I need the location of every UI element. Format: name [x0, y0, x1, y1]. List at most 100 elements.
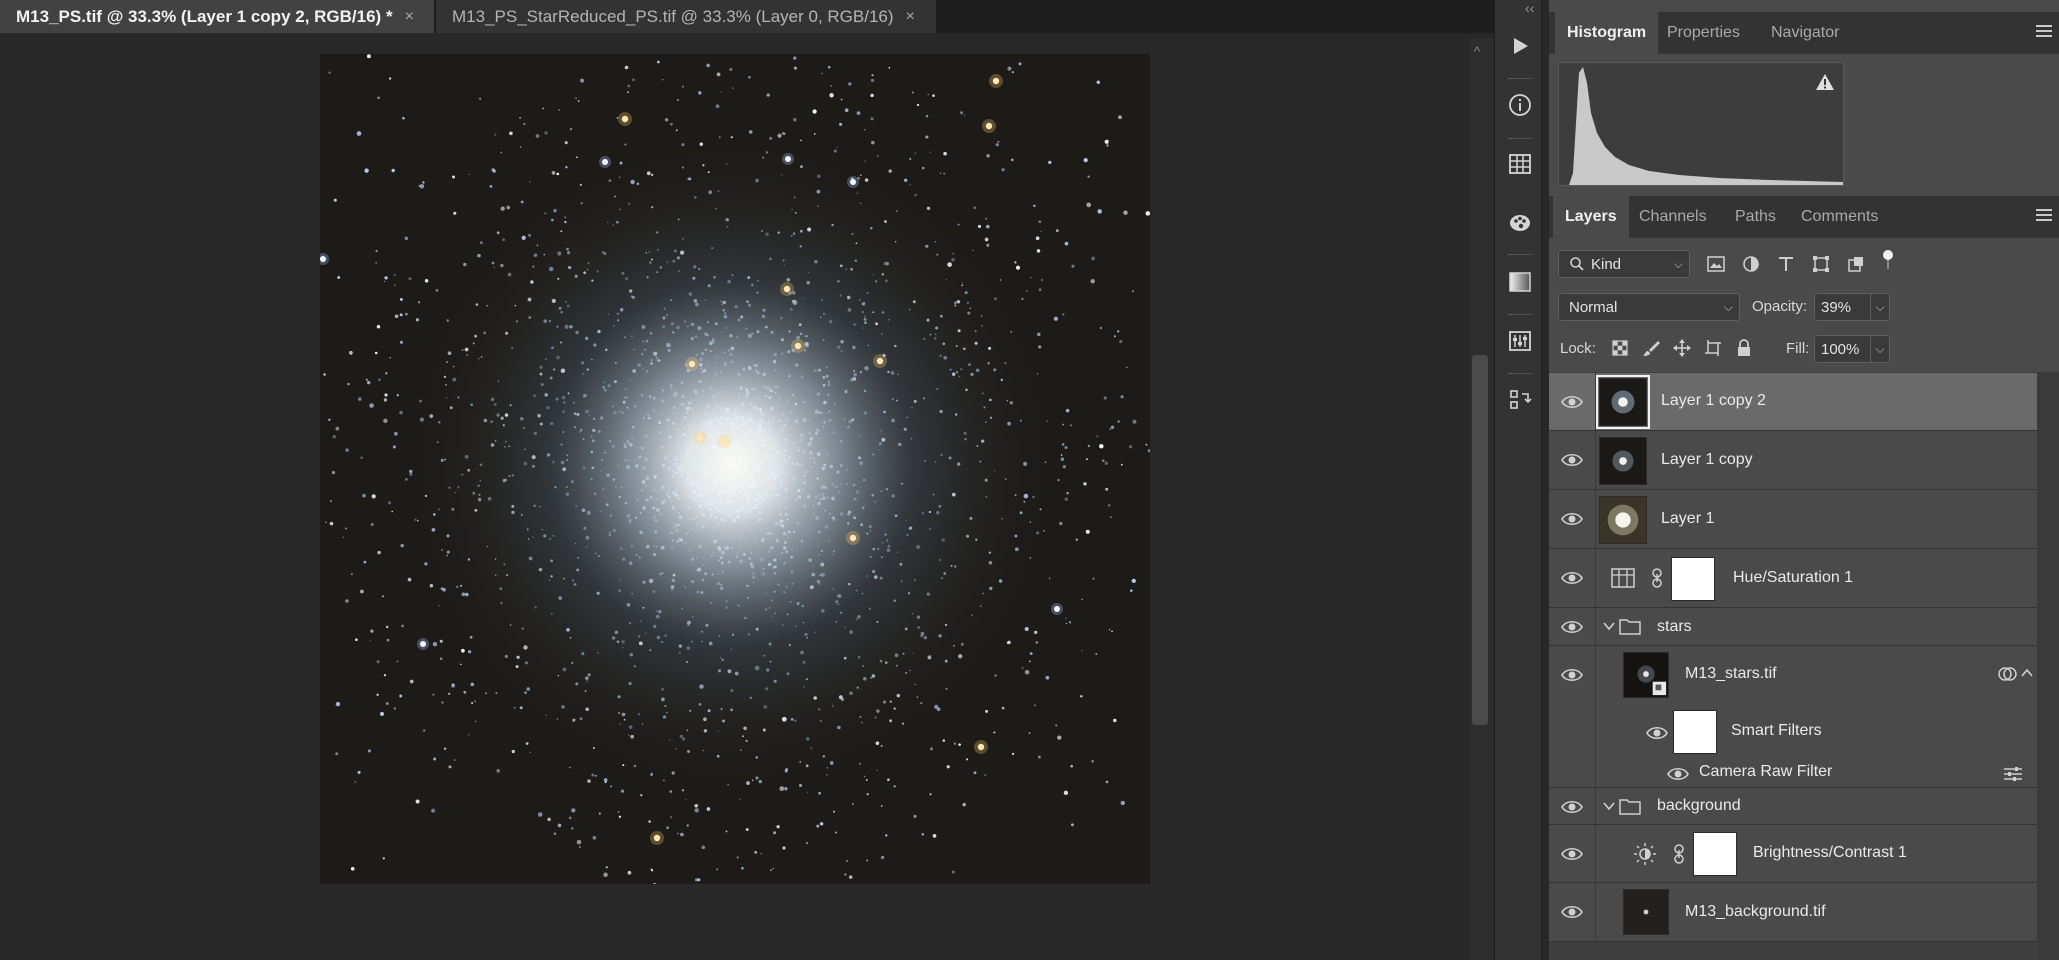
- lock-artboard-icon[interactable]: [1703, 338, 1723, 358]
- layer-group-stars[interactable]: stars: [1549, 608, 2037, 646]
- canvas-image[interactable]: [320, 54, 1150, 884]
- layer-group-background[interactable]: background: [1549, 788, 2037, 825]
- history-icon[interactable]: [1506, 386, 1534, 414]
- star: [650, 868, 653, 871]
- layer-row-m13-background[interactable]: M13_background.tif: [1549, 883, 2037, 942]
- lock-position-icon[interactable]: [1672, 338, 1692, 358]
- lock-all-icon[interactable]: [1734, 338, 1754, 358]
- gradient-icon[interactable]: [1506, 268, 1534, 296]
- layer-mask-thumbnail[interactable]: [1671, 557, 1715, 601]
- layers-scrollbar[interactable]: [2037, 372, 2059, 960]
- filter-shape-layers-icon[interactable]: [1811, 254, 1831, 274]
- layer-name[interactable]: Layer 1 copy: [1661, 451, 1753, 469]
- layer-name[interactable]: Smart Filters: [1731, 722, 1822, 740]
- table-icon[interactable]: [1506, 150, 1534, 178]
- chevron-down-icon[interactable]: [1603, 801, 1615, 811]
- tab-comments[interactable]: Comments: [1789, 196, 1890, 238]
- warning-icon[interactable]: [1815, 73, 1835, 91]
- panel-grip[interactable]: [1508, 314, 1532, 318]
- layer-name[interactable]: M13_background.tif: [1685, 903, 1826, 921]
- layer-name[interactable]: Brightness/Contrast 1: [1753, 844, 1907, 862]
- smart-filter-mask-thumbnail[interactable]: [1673, 710, 1717, 754]
- filter-pixel-layers-icon[interactable]: [1706, 254, 1726, 274]
- layer-name[interactable]: background: [1657, 797, 1741, 815]
- layer-name[interactable]: stars: [1657, 618, 1692, 636]
- layer-row-smart-filters[interactable]: Smart Filters: [1549, 704, 2037, 759]
- layer-row-layer-1-copy-2[interactable]: Layer 1 copy 2: [1549, 373, 2037, 431]
- layer-thumbnail[interactable]: [1596, 375, 1650, 429]
- layer-name[interactable]: Layer 1 copy 2: [1661, 392, 1766, 410]
- collapse-panels-icon[interactable]: ‹‹: [1525, 0, 1534, 16]
- layer-row-camera-raw-filter[interactable]: Camera Raw Filter: [1549, 759, 2037, 788]
- visibility-eye-icon[interactable]: [1561, 796, 1583, 818]
- adjustments-icon[interactable]: [1506, 327, 1534, 355]
- layer-row-hue-saturation-1[interactable]: Hue/Saturation 1: [1549, 549, 2037, 608]
- panel-menu-icon[interactable]: [2035, 24, 2053, 38]
- visibility-eye-icon[interactable]: [1561, 508, 1583, 530]
- star: [1075, 538, 1078, 541]
- tab-properties[interactable]: Properties: [1655, 12, 1752, 54]
- filter-adjustment-layers-icon[interactable]: [1741, 254, 1761, 274]
- layer-mask-thumbnail[interactable]: [1693, 832, 1737, 876]
- lock-transparent-pixels-icon[interactable]: [1610, 338, 1630, 358]
- close-icon[interactable]: ×: [405, 8, 414, 26]
- layer-thumbnail[interactable]: [1623, 652, 1669, 698]
- tab-channels[interactable]: Channels: [1627, 196, 1719, 238]
- blending-options-icon[interactable]: [2003, 766, 2023, 782]
- layer-thumbnail[interactable]: [1599, 437, 1647, 485]
- layer-name[interactable]: Layer 1: [1661, 510, 1714, 528]
- layer-row-m13-stars[interactable]: M13_stars.tif: [1549, 646, 2037, 704]
- blend-mode-select[interactable]: Normal ⌵: [1558, 293, 1740, 321]
- layer-filter-kind-select[interactable]: Kind ⌵: [1558, 250, 1690, 278]
- layer-name[interactable]: Hue/Saturation 1: [1733, 569, 1853, 587]
- visibility-eye-icon[interactable]: [1561, 843, 1583, 865]
- chevron-down-icon[interactable]: [1603, 621, 1615, 631]
- tab-label: Histogram: [1567, 24, 1647, 41]
- star: [807, 791, 809, 794]
- layer-thumbnail[interactable]: [1623, 889, 1669, 935]
- layer-row-brightness-contrast-1[interactable]: Brightness/Contrast 1: [1549, 825, 2037, 883]
- canvas-scroll-thumb[interactable]: [1472, 355, 1488, 725]
- tab-paths[interactable]: Paths: [1723, 196, 1788, 238]
- visibility-eye-icon[interactable]: [1561, 901, 1583, 923]
- panel-grip[interactable]: [1508, 138, 1532, 142]
- visibility-eye-icon[interactable]: [1561, 449, 1583, 471]
- lock-image-pixels-icon[interactable]: [1641, 338, 1661, 358]
- visibility-eye-icon[interactable]: [1561, 664, 1583, 686]
- scroll-up-arrow[interactable]: ^: [1474, 44, 1480, 59]
- filter-type-layers-icon[interactable]: [1776, 254, 1796, 274]
- layer-thumbnail[interactable]: [1599, 496, 1647, 544]
- filter-smart-objects-icon[interactable]: [1846, 254, 1866, 274]
- tab-navigator[interactable]: Navigator: [1759, 12, 1851, 54]
- visibility-eye-icon[interactable]: [1561, 391, 1583, 413]
- layer-name[interactable]: M13_stars.tif: [1685, 665, 1777, 683]
- close-icon[interactable]: ×: [906, 8, 915, 26]
- star: [377, 550, 381, 555]
- opacity-slider-toggle[interactable]: ⌵: [1870, 293, 1890, 321]
- layer-row-layer-1[interactable]: Layer 1: [1549, 490, 2037, 549]
- panel-grip[interactable]: [1508, 78, 1532, 82]
- panel-menu-icon[interactable]: [2035, 208, 2053, 222]
- visibility-eye-icon[interactable]: [1561, 567, 1583, 589]
- smart-filter-options-icon[interactable]: [1997, 665, 2017, 683]
- visibility-eye-icon[interactable]: [1667, 763, 1689, 785]
- document-tab-m13-starreduced[interactable]: M13_PS_StarReduced_PS.tif @ 33.3% (Layer…: [436, 0, 936, 33]
- visibility-eye-icon[interactable]: [1646, 722, 1668, 744]
- tab-histogram[interactable]: Histogram: [1555, 12, 1659, 54]
- panel-grip[interactable]: [1508, 254, 1532, 258]
- star: [330, 500, 332, 502]
- tab-layers[interactable]: Layers: [1553, 196, 1629, 238]
- link-chain-icon[interactable]: [1673, 844, 1685, 864]
- visibility-eye-icon[interactable]: [1561, 616, 1583, 638]
- palette-icon[interactable]: [1506, 209, 1534, 237]
- layer-row-layer-1-copy[interactable]: Layer 1 copy: [1549, 431, 2037, 490]
- link-chain-icon[interactable]: [1651, 568, 1663, 588]
- layer-name[interactable]: Camera Raw Filter: [1699, 763, 1832, 781]
- play-icon[interactable]: [1506, 32, 1534, 60]
- panel-grip[interactable]: [1508, 373, 1532, 377]
- fill-slider-toggle[interactable]: ⌵: [1870, 335, 1890, 363]
- filter-toggle-icon[interactable]: [1878, 250, 1898, 270]
- chevron-up-icon[interactable]: [2021, 668, 2033, 678]
- info-icon[interactable]: [1506, 91, 1534, 119]
- document-tab-m13-ps[interactable]: M13_PS.tif @ 33.3% (Layer 1 copy 2, RGB/…: [0, 0, 434, 33]
